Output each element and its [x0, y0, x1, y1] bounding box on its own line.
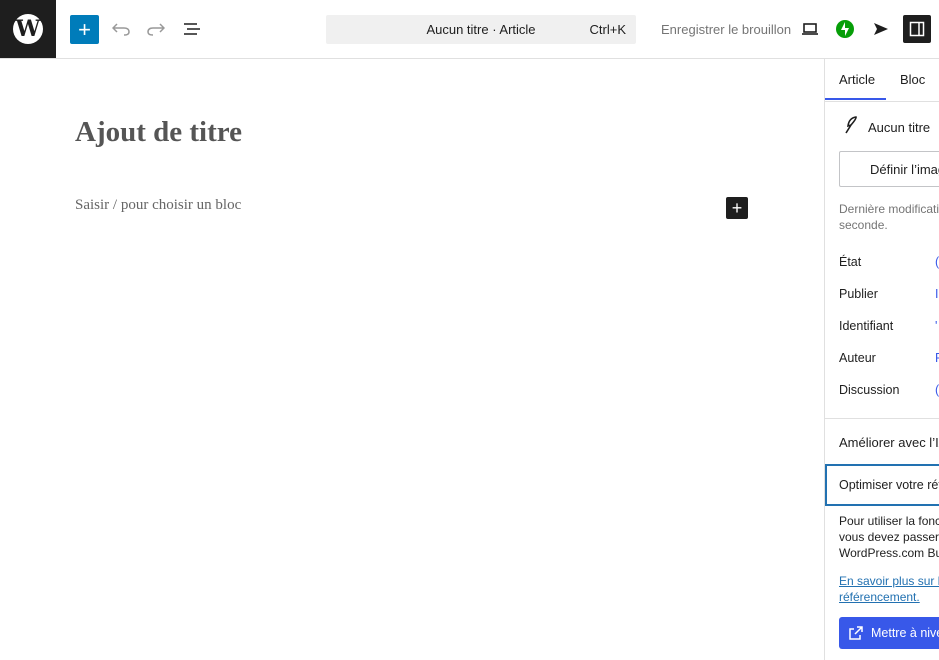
sidebar-tabs: Article Bloc: [825, 59, 939, 102]
ai-section-toggle[interactable]: Améliorer avec l’IA: [839, 435, 939, 450]
field-value-identifiant[interactable]: ': [935, 319, 937, 333]
upgrade-label: Mettre à nive: [871, 626, 939, 640]
jetpack-button[interactable]: [832, 16, 858, 42]
featured-image-label: Définir l’image: [870, 162, 939, 177]
add-block-button[interactable]: +: [70, 15, 99, 44]
learn-more-link[interactable]: En savoir plus sur la référencement.: [839, 573, 939, 605]
preview-button[interactable]: [797, 16, 823, 42]
field-label-identifiant: Identifiant: [839, 319, 894, 333]
section-divider: [825, 418, 939, 419]
field-value-publier[interactable]: I: [935, 287, 938, 301]
redo-button[interactable]: [143, 16, 169, 42]
field-value-auteur[interactable]: F: [935, 351, 939, 365]
redo-icon: [147, 23, 165, 36]
seo-panel-label: Optimiser votre réfé: [839, 478, 939, 492]
preview-desktop-icon: [802, 23, 818, 35]
undo-button[interactable]: [108, 16, 134, 42]
field-value-etat[interactable]: (: [935, 255, 939, 269]
command-shortcut: Ctrl+K: [589, 22, 626, 37]
upgrade-button[interactable]: Mettre à nive: [839, 617, 939, 649]
save-draft-button[interactable]: Enregistrer le brouillon: [661, 22, 791, 37]
post-title-input[interactable]: Ajout de titre: [75, 116, 242, 149]
command-palette-bar[interactable]: Aucun titre · Article Ctrl+K: [326, 15, 636, 44]
document-overview-button[interactable]: [179, 16, 205, 42]
jetpack-icon: [836, 20, 854, 38]
external-link-icon: [849, 626, 863, 640]
block-placeholder[interactable]: Saisir / pour choisir un bloc: [75, 197, 241, 214]
block-add-button[interactable]: +: [726, 197, 748, 219]
field-value-discussion[interactable]: (: [935, 383, 939, 397]
publish-button[interactable]: [868, 16, 894, 42]
editor-canvas[interactable]: Ajout de titre Saisir / pour choisir un …: [0, 59, 824, 660]
tab-article[interactable]: Article: [839, 72, 875, 87]
settings-sidebar-icon: [909, 21, 925, 37]
active-tab-indicator: [825, 98, 886, 100]
field-label-auteur: Auteur: [839, 351, 876, 365]
last-modified-text: Dernière modification seconde.: [839, 202, 939, 232]
wordpress-logo-button[interactable]: W: [0, 0, 56, 58]
editor-header: W + Aucun titre · Article Ctrl+K Enregis…: [0, 0, 939, 59]
tab-bloc[interactable]: Bloc: [900, 72, 925, 87]
undo-icon: [112, 23, 130, 36]
wordpress-logo-icon: W: [13, 14, 43, 44]
seo-panel-toggle[interactable]: Optimiser votre réfé: [825, 464, 939, 506]
field-label-etat: État: [839, 255, 862, 269]
field-label-discussion: Discussion: [839, 383, 900, 397]
document-overview-icon: [184, 23, 200, 35]
featured-image-button[interactable]: Définir l’image: [839, 151, 939, 187]
sidebar-post-title: Aucun titre: [868, 120, 931, 135]
feather-icon: [845, 116, 857, 134]
seo-description: Pour utiliser la fonct vous devez passer…: [839, 514, 939, 560]
settings-sidebar-button[interactable]: [903, 15, 931, 43]
field-label-publier: Publier: [839, 287, 878, 301]
settings-sidebar: Article Bloc Aucun titre Définir l’image…: [824, 59, 939, 660]
publish-send-icon: [874, 23, 888, 35]
